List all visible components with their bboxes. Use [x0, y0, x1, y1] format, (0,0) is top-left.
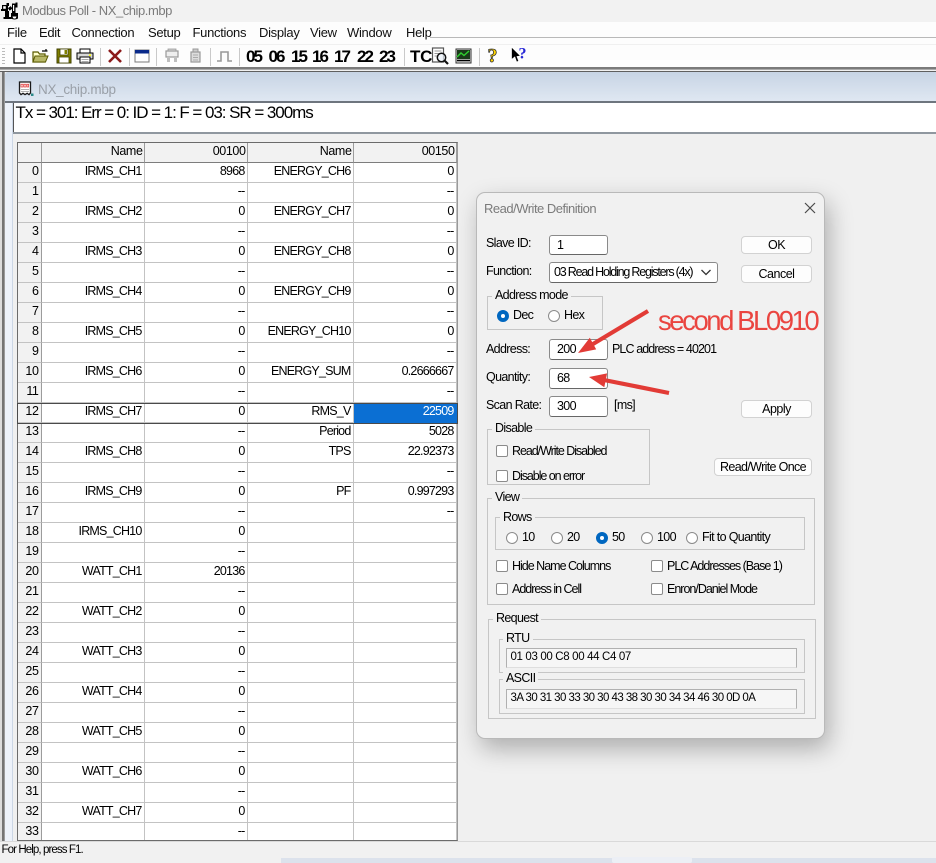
svg-text:?: ? — [519, 46, 527, 63]
svg-text:?: ? — [488, 45, 498, 66]
